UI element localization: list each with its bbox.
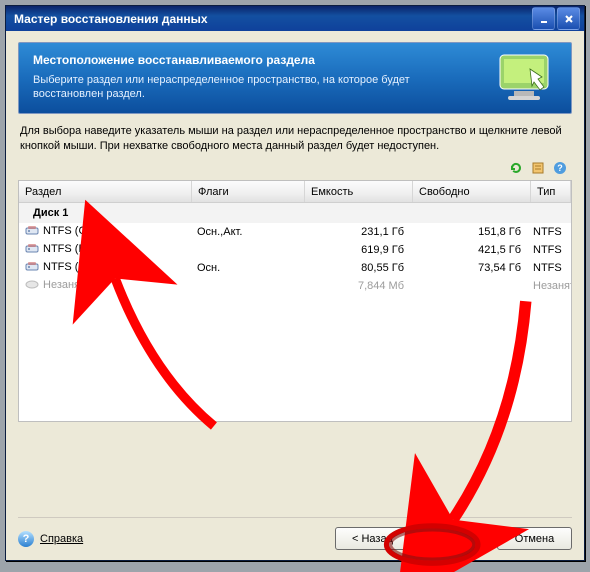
row-free: 151,8 Гб: [410, 225, 527, 239]
table-row[interactable]: NTFS (E:) 619,9 Гб421,5 ГбNTFS: [19, 241, 571, 259]
back-button[interactable]: < Назад: [335, 527, 410, 550]
row-name: NTFS (C:): [43, 225, 93, 237]
row-capacity: 231,1 Гб: [303, 225, 410, 239]
col-free[interactable]: Свободно: [413, 181, 531, 202]
grid-body: Диск 1 NTFS (C:) Осн.,Акт.231,1 Гб151,8 Г…: [19, 203, 571, 421]
row-free: 421,5 Гб: [410, 243, 527, 257]
banner-text: Выберите раздел или нераспределенное про…: [33, 73, 471, 101]
row-type: NTFS: [527, 261, 571, 275]
row-capacity: 80,55 Гб: [303, 261, 410, 275]
row-flags: Осн.: [191, 261, 303, 275]
row-type: NTFS: [527, 225, 571, 239]
partition-grid: Раздел Флаги Емкость Свободно Тип Диск 1…: [18, 180, 572, 422]
group-row[interactable]: Диск 1: [19, 203, 571, 223]
header-banner: Местоположение восстанавливаемого раздел…: [18, 42, 572, 114]
col-flags[interactable]: Флаги: [192, 181, 305, 202]
svg-text:?: ?: [557, 163, 563, 173]
group-label: Диск 1: [19, 206, 199, 220]
drive-icon: [25, 261, 39, 272]
col-partition[interactable]: Раздел: [19, 181, 192, 202]
row-name: NTFS (M:): [43, 261, 94, 273]
footer-bar: ? Справка < Назад Далее > Отмена: [18, 517, 572, 550]
row-flags: Осн.,Акт.: [191, 225, 303, 239]
properties-icon[interactable]: [530, 160, 546, 176]
wizard-window: Мастер восстановления данных Местоположе…: [5, 5, 585, 561]
title-bar: Мастер восстановления данных: [6, 6, 584, 31]
row-name: NTFS (E:): [43, 243, 93, 255]
banner-monitor-icon: [491, 49, 561, 109]
row-flags: [191, 249, 303, 251]
col-type[interactable]: Тип: [531, 181, 571, 202]
table-row[interactable]: Незанято 7,844 Мб Незанято: [19, 277, 571, 295]
drive-icon: [25, 279, 39, 290]
row-type: Незанято: [527, 279, 571, 293]
refresh-icon[interactable]: [508, 160, 524, 176]
table-row[interactable]: NTFS (M:) Осн.80,55 Гб73,54 ГбNTFS: [19, 259, 571, 277]
row-capacity: 7,844 Мб: [303, 279, 410, 293]
row-free: [410, 285, 527, 287]
drive-icon: [25, 243, 39, 254]
close-button[interactable]: [557, 7, 580, 30]
banner-heading: Местоположение восстанавливаемого раздел…: [33, 53, 471, 67]
help-label: Справка: [40, 533, 83, 545]
col-capacity[interactable]: Емкость: [305, 181, 413, 202]
help-roundel-icon: ?: [18, 531, 34, 547]
table-row[interactable]: NTFS (C:) Осн.,Акт.231,1 Гб151,8 ГбNTFS: [19, 223, 571, 241]
row-type: NTFS: [527, 243, 571, 257]
grid-header: Раздел Флаги Емкость Свободно Тип: [19, 181, 571, 203]
mini-toolbar: ?: [18, 160, 572, 180]
minimize-button[interactable]: [532, 7, 555, 30]
next-button[interactable]: Далее >: [416, 527, 491, 550]
row-flags: [191, 285, 303, 287]
help-icon[interactable]: ?: [552, 160, 568, 176]
instruction-text: Для выбора наведите указатель мыши на ра…: [20, 124, 570, 154]
row-capacity: 619,9 Гб: [303, 243, 410, 257]
drive-icon: [25, 225, 39, 236]
row-name: Незанято: [43, 279, 91, 291]
window-title: Мастер восстановления данных: [10, 12, 530, 26]
cancel-button[interactable]: Отмена: [497, 527, 572, 550]
help-link[interactable]: ? Справка: [18, 531, 83, 547]
content-area: Местоположение восстанавливаемого раздел…: [6, 31, 584, 560]
row-free: 73,54 Гб: [410, 261, 527, 275]
